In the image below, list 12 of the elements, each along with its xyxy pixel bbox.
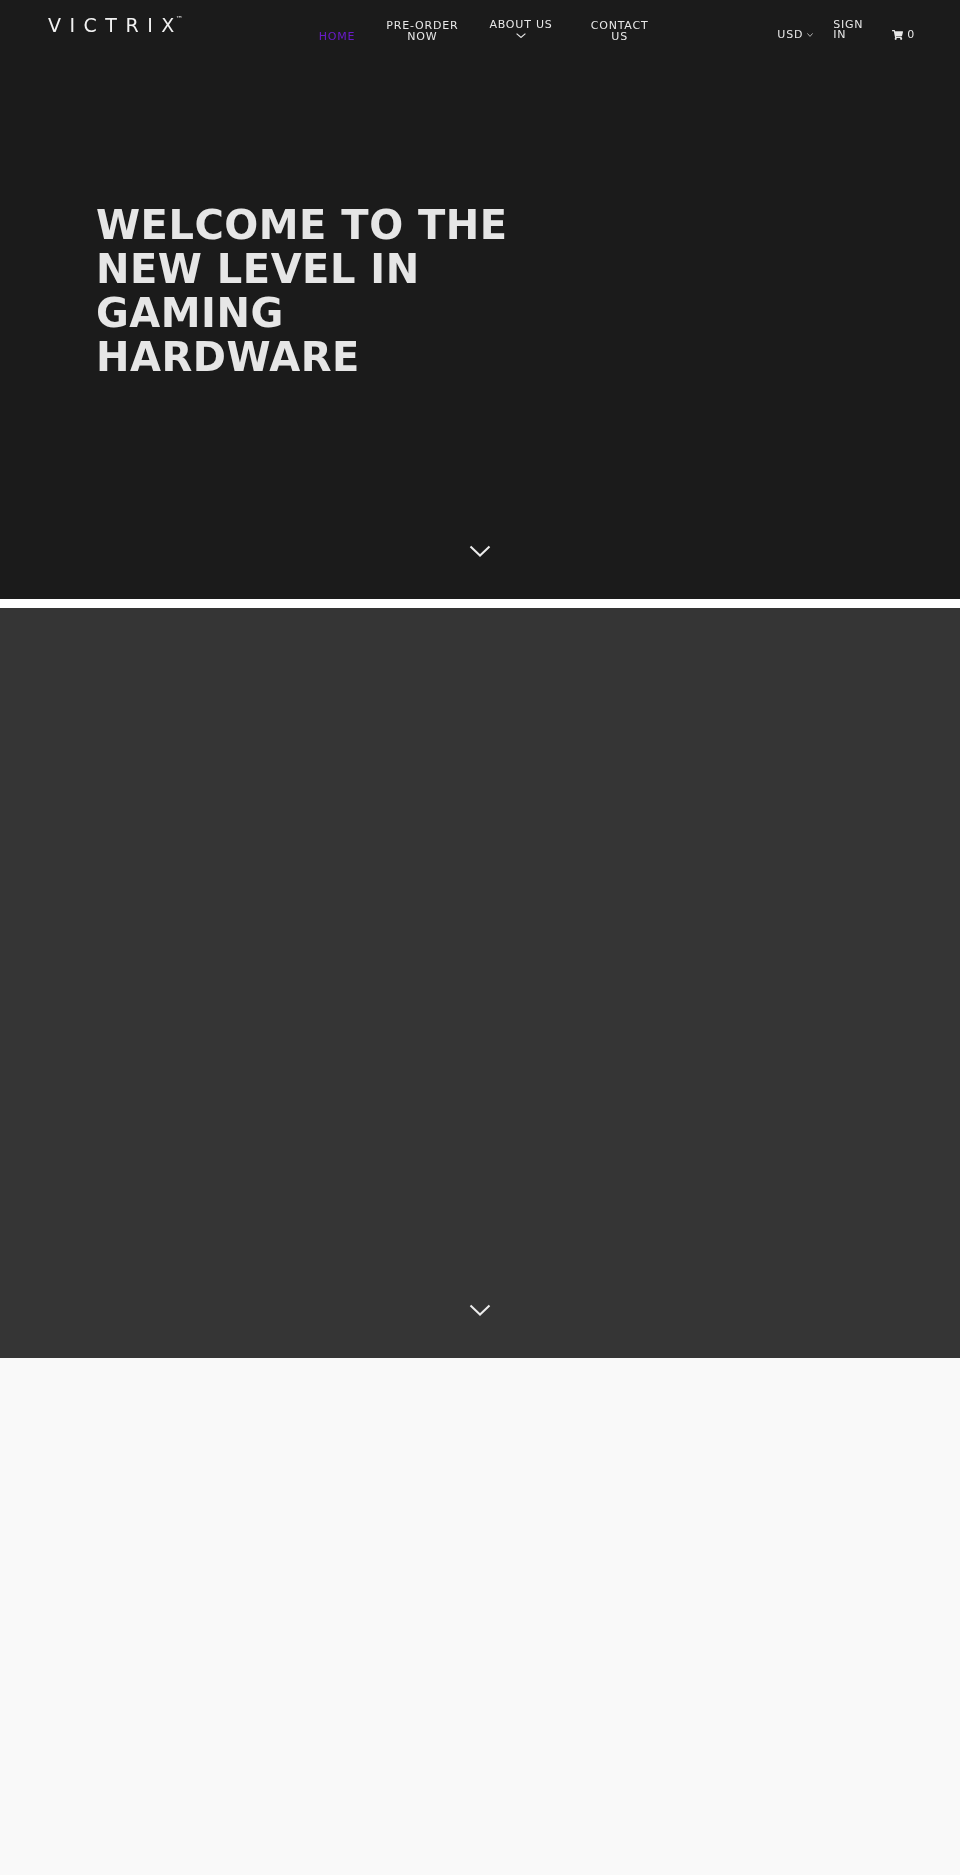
nav-link[interactable]: ABOUT US [489, 19, 553, 42]
caret-icon [807, 33, 814, 38]
currency-selector[interactable]: USD [777, 30, 814, 41]
chevron-down-icon[interactable] [469, 545, 491, 557]
cart-icon [892, 30, 904, 41]
chevron-down-icon[interactable] [469, 1304, 491, 1316]
hero-title: WELCOME TO THE NEW LEVEL IN GAMING HARDWARE [96, 203, 509, 379]
nav-link[interactable]: CONTACT US [582, 21, 657, 42]
sign-in-link[interactable]: SIGN IN [833, 19, 870, 41]
cart-link[interactable]: 0 [892, 30, 915, 41]
nav-link[interactable]: PRE-ORDER NOW [385, 21, 460, 42]
chevron-down-icon [516, 33, 526, 38]
